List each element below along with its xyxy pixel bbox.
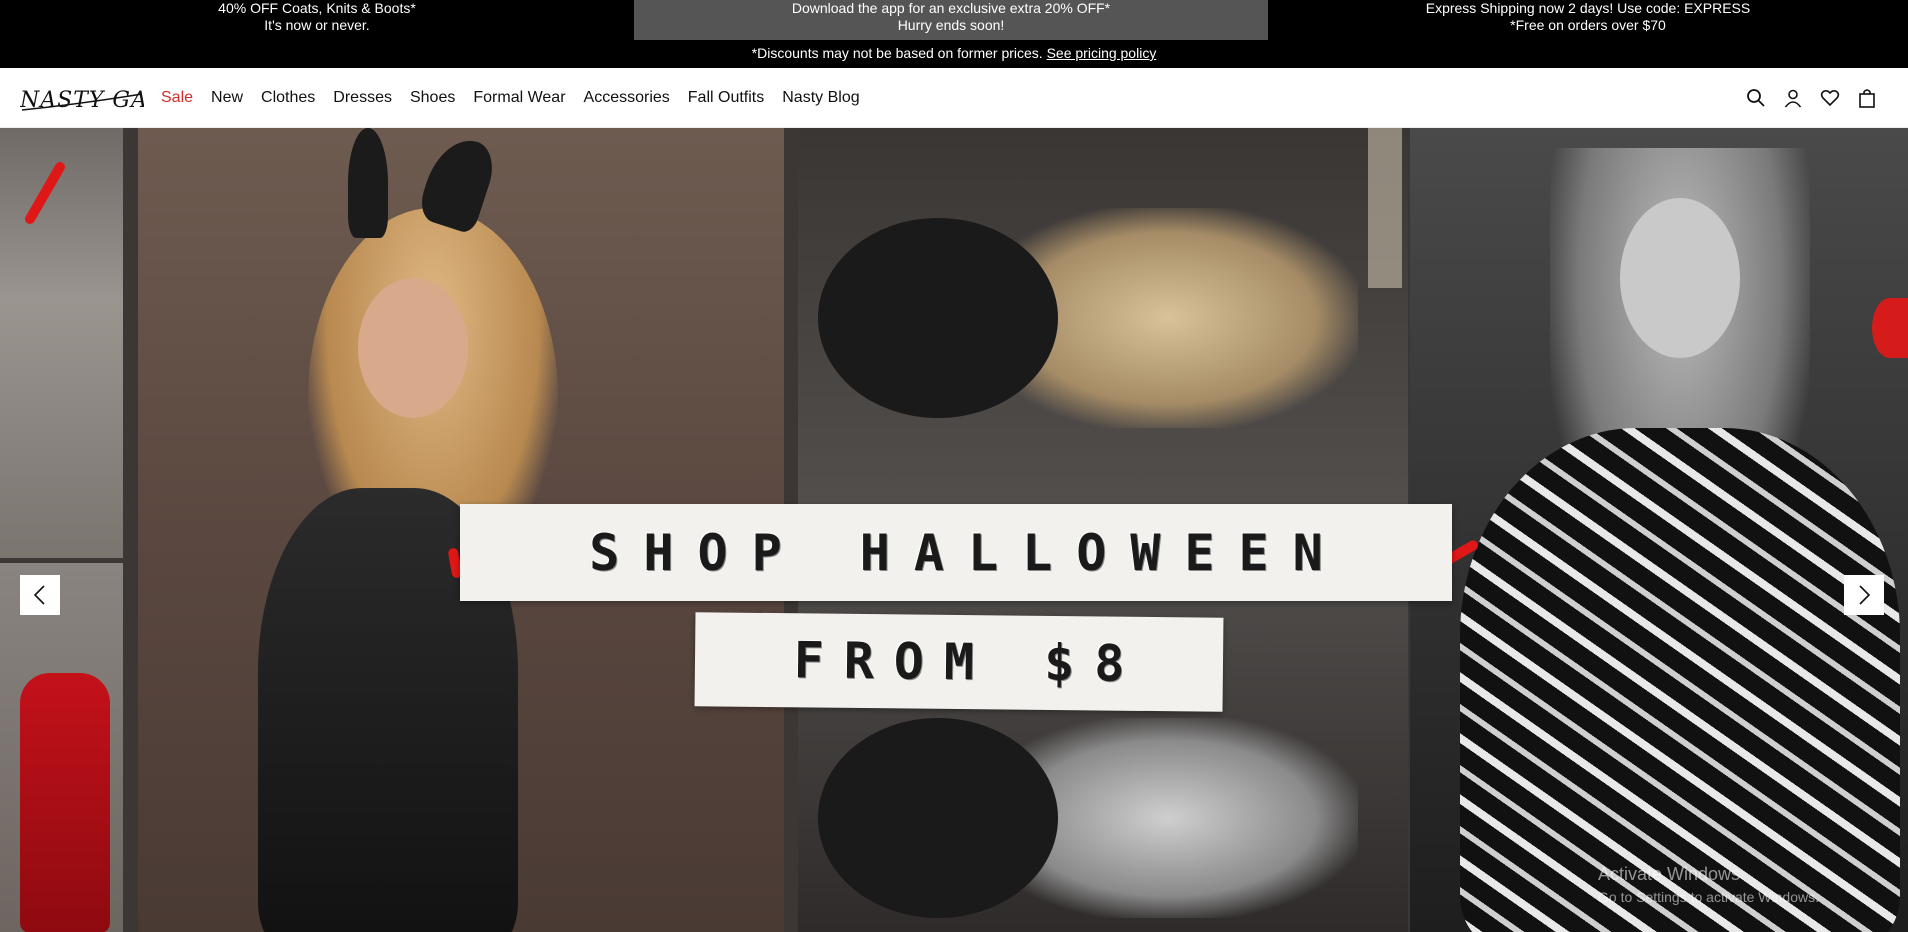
carousel-prev-button[interactable] bbox=[20, 575, 60, 615]
promo-center-line2: Hurry ends soon! bbox=[897, 17, 1005, 33]
pricing-disclaimer: *Discounts may not be based on former pr… bbox=[0, 45, 1908, 61]
hero-image-left-bottom bbox=[0, 563, 123, 932]
promo-right-line1: Express Shipping now 2 days! Use code: E… bbox=[1425, 0, 1751, 16]
hero-headline-line1[interactable]: SHOP HALLOWEEN bbox=[460, 504, 1452, 601]
header-actions bbox=[1730, 68, 1878, 128]
account-icon[interactable] bbox=[1782, 87, 1804, 109]
nav-sale[interactable]: Sale bbox=[161, 89, 193, 107]
nav-dresses[interactable]: Dresses bbox=[333, 89, 392, 107]
promo-app-download[interactable]: Download the app for an exclusive extra … bbox=[634, 0, 1268, 40]
nav-clothes[interactable]: Clothes bbox=[261, 89, 315, 107]
promo-right-line2: *Free on orders over $70 bbox=[1510, 17, 1666, 33]
pricing-policy-link[interactable]: See pricing policy bbox=[1047, 45, 1157, 61]
promo-coats-knits-boots[interactable]: 40% OFF Coats, Knits & Boots* It's now o… bbox=[0, 0, 634, 34]
promo-express-shipping[interactable]: Express Shipping now 2 days! Use code: E… bbox=[1268, 0, 1908, 34]
logo-wordmark-icon: NASTY GAL bbox=[19, 88, 162, 113]
nav-fall-outfits[interactable]: Fall Outfits bbox=[688, 89, 764, 107]
site-header: NASTY GAL Sale New Clothes Dresses Shoes… bbox=[0, 68, 1908, 128]
shopping-bag-icon[interactable] bbox=[1856, 87, 1878, 109]
nav-shoes[interactable]: Shoes bbox=[410, 89, 455, 107]
promo-center-line1: Download the app for an exclusive extra … bbox=[791, 0, 1111, 16]
carousel-next-button[interactable] bbox=[1844, 575, 1884, 615]
hero-image-skeleton-sweater-model bbox=[1410, 128, 1908, 932]
red-dress-figure bbox=[20, 673, 110, 932]
promo-bar: 40% OFF Coats, Knits & Boots* It's now o… bbox=[0, 0, 1908, 68]
hero-headline-line2[interactable]: FROM $8 bbox=[694, 612, 1224, 712]
nav-new[interactable]: New bbox=[211, 89, 243, 107]
watermark-subtitle: Go to Settings to activate Windows. bbox=[1598, 889, 1819, 905]
logo-text: NASTY GAL bbox=[20, 88, 144, 113]
nav-formal-wear[interactable]: Formal Wear bbox=[473, 89, 565, 107]
promo-left-line1: 40% OFF Coats, Knits & Boots* bbox=[218, 0, 416, 16]
red-heart-sticker bbox=[1872, 298, 1908, 358]
wishlist-heart-icon[interactable] bbox=[1819, 87, 1841, 109]
hero-image-left-top bbox=[0, 128, 123, 558]
windows-activation-watermark: Activate Windows Go to Settings to activ… bbox=[1598, 864, 1819, 905]
nasty-gal-logo[interactable]: NASTY GAL bbox=[19, 80, 162, 116]
chevron-right-icon bbox=[1859, 585, 1871, 605]
promo-left-line2: It's now or never. bbox=[264, 17, 370, 33]
search-icon[interactable] bbox=[1745, 87, 1767, 109]
pricing-disclaimer-text: *Discounts may not be based on former pr… bbox=[751, 45, 1043, 61]
hero-carousel[interactable]: SHOP HALLOWEEN FROM $8 Activate Windows … bbox=[0, 128, 1908, 932]
watermark-title: Activate Windows bbox=[1598, 864, 1741, 884]
nav-accessories[interactable]: Accessories bbox=[584, 89, 670, 107]
nav-nasty-blog[interactable]: Nasty Blog bbox=[782, 89, 859, 107]
main-nav: Sale New Clothes Dresses Shoes Formal We… bbox=[161, 68, 878, 128]
chevron-left-icon bbox=[33, 585, 45, 605]
